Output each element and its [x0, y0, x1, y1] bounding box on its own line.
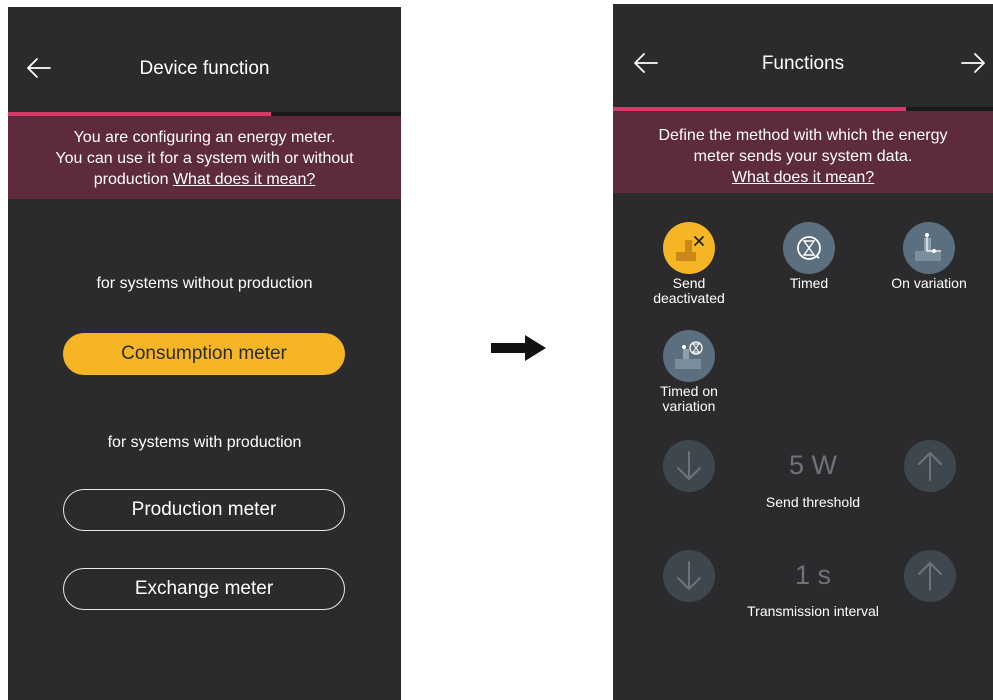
- function-timed[interactable]: Timed: [769, 222, 849, 291]
- threshold-decrease-button[interactable]: [663, 440, 715, 492]
- banner-line-2: meter sends your system data.: [693, 148, 913, 165]
- with-production-label: for systems with production: [107, 434, 302, 451]
- interval-increase-button[interactable]: [904, 550, 956, 602]
- info-banner: Define the method with which the energy …: [613, 111, 993, 193]
- function-label: variation: [662, 398, 716, 414]
- function-label: Send: [672, 275, 706, 291]
- banner-line-1: Define the method with which the energy: [658, 127, 948, 144]
- what-does-it-mean-link[interactable]: What does it mean?: [173, 171, 315, 188]
- what-does-it-mean-link[interactable]: What does it mean?: [732, 169, 874, 186]
- info-banner: You are configuring an energy meter. You…: [8, 116, 401, 199]
- threshold-value: 5 W: [788, 450, 837, 480]
- right-arrow-icon: [491, 335, 546, 361]
- banner-line-1: You are configuring an energy meter.: [73, 129, 336, 146]
- banner-line-2: You can use it for a system with or with…: [55, 150, 354, 167]
- function-label: On variation: [891, 275, 967, 291]
- forward-arrow-icon[interactable]: [960, 52, 986, 74]
- send-deactivated-icon: [663, 222, 715, 274]
- page-title: Device function: [139, 58, 270, 79]
- production-meter-button[interactable]: Production meter: [63, 489, 345, 531]
- up-arrow-icon: [918, 562, 942, 591]
- interval-label: Transmission interval: [747, 603, 879, 619]
- up-arrow-icon: [918, 452, 942, 481]
- interval-decrease-button[interactable]: [663, 550, 715, 602]
- threshold-label: Send threshold: [765, 494, 861, 510]
- exchange-meter-button[interactable]: Exchange meter: [63, 568, 345, 610]
- hourglass-icon: [783, 222, 835, 274]
- function-label: deactivated: [653, 290, 725, 306]
- down-arrow-icon: [677, 451, 701, 480]
- function-label: Timed: [789, 275, 829, 291]
- device-function-screen: Device function You are configuring an e…: [8, 7, 401, 700]
- down-arrow-icon: [677, 561, 701, 590]
- consumption-meter-button[interactable]: Consumption meter: [63, 333, 345, 375]
- function-timed-on-variation[interactable]: Timed on variation: [649, 330, 729, 414]
- on-variation-icon: [903, 222, 955, 274]
- banner-line-3: production: [93, 171, 169, 188]
- timed-on-variation-icon: [663, 330, 715, 382]
- page-title: Functions: [761, 53, 845, 74]
- function-on-variation[interactable]: On variation: [889, 222, 969, 291]
- interval-value: 1 s: [794, 560, 832, 590]
- threshold-increase-button[interactable]: [904, 440, 956, 492]
- function-send-deactivated[interactable]: Send deactivated: [649, 222, 729, 306]
- without-production-label: for systems without production: [96, 275, 313, 292]
- function-label: Timed on: [660, 383, 718, 399]
- functions-screen: Functions Define the method with which t…: [613, 4, 993, 700]
